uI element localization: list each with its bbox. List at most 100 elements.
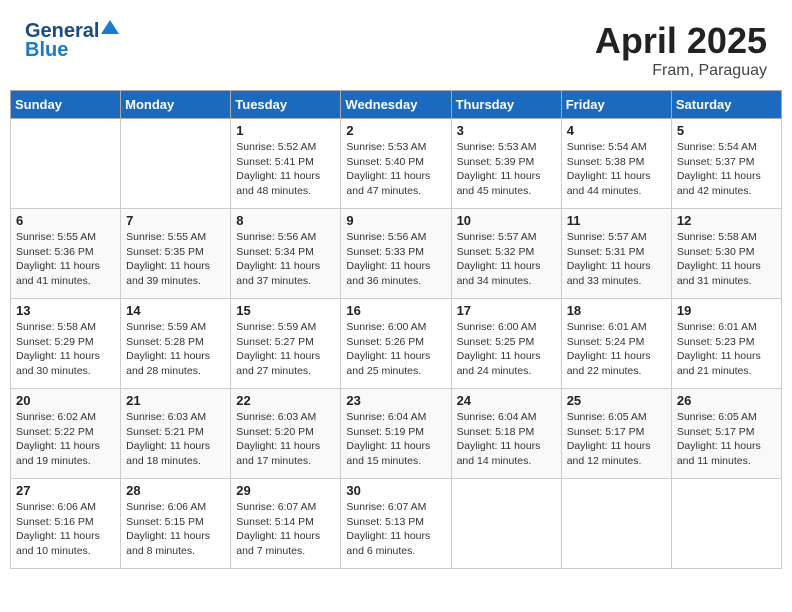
day-info: Sunrise: 5:57 AMSunset: 5:31 PMDaylight:…	[567, 230, 666, 289]
calendar-day-cell: 17 Sunrise: 6:00 AMSunset: 5:25 PMDayligh…	[451, 299, 561, 389]
calendar-day-cell: 25Sunrise: 6:05 AMSunset: 5:17 PMDayligh…	[561, 389, 671, 479]
day-info: Sunrise: 6:01 AMSunset: 5:23 PMDaylight:…	[677, 320, 776, 379]
calendar-day-cell: 26 Sunrise: 6:05 AMSunset: 5:17 PMDayligh…	[671, 389, 781, 479]
calendar-day-cell	[451, 479, 561, 569]
calendar-day-cell: 12 Sunrise: 5:58 AMSunset: 5:30 PMDayligh…	[671, 209, 781, 299]
calendar-table: SundayMondayTuesdayWednesdayThursdayFrid…	[10, 90, 782, 569]
day-info: Sunrise: 6:05 AMSunset: 5:17 PMDaylight:…	[567, 410, 666, 469]
day-info: Sunrise: 6:06 AMSunset: 5:15 PMDaylight:…	[126, 500, 225, 559]
day-info: Sunrise: 5:57 AMSunset: 5:32 PMDaylight:…	[457, 230, 556, 289]
calendar-day-header: Friday	[561, 91, 671, 119]
calendar-day-cell: 9 Sunrise: 5:56 AMSunset: 5:33 PMDaylight…	[341, 209, 451, 299]
day-info: Sunrise: 5:54 AMSunset: 5:38 PMDaylight:…	[567, 140, 666, 199]
day-number: 21	[126, 393, 225, 408]
calendar-day-cell: 30 Sunrise: 6:07 AMSunset: 5:13 PMDayligh…	[341, 479, 451, 569]
logo: General Blue	[25, 20, 119, 62]
calendar-day-cell: 2 Sunrise: 5:53 AMSunset: 5:40 PMDaylight…	[341, 119, 451, 209]
day-info: Sunrise: 5:59 AMSunset: 5:27 PMDaylight:…	[236, 320, 335, 379]
calendar-day-header: Monday	[121, 91, 231, 119]
page-header: General Blue April 2025 Fram, Paraguay	[10, 10, 782, 85]
calendar-day-cell: 3 Sunrise: 5:53 AMSunset: 5:39 PMDaylight…	[451, 119, 561, 209]
day-info: Sunrise: 5:58 AMSunset: 5:29 PMDaylight:…	[16, 320, 115, 379]
location: Fram, Paraguay	[595, 62, 767, 80]
calendar-day-cell: 4 Sunrise: 5:54 AMSunset: 5:38 PMDaylight…	[561, 119, 671, 209]
calendar-day-cell: 7 Sunrise: 5:55 AMSunset: 5:35 PMDaylight…	[121, 209, 231, 299]
day-number: 20	[16, 393, 115, 408]
calendar-week-row: 1 Sunrise: 5:52 AMSunset: 5:41 PMDaylight…	[11, 119, 782, 209]
calendar-day-cell: 10 Sunrise: 5:57 AMSunset: 5:32 PMDayligh…	[451, 209, 561, 299]
day-number: 12	[677, 213, 776, 228]
day-number: 19	[677, 303, 776, 318]
calendar-week-row: 6 Sunrise: 5:55 AMSunset: 5:36 PMDaylight…	[11, 209, 782, 299]
day-info: Sunrise: 6:04 AMSunset: 5:19 PMDaylight:…	[346, 410, 445, 469]
day-info: Sunrise: 6:00 AMSunset: 5:25 PMDaylight:…	[457, 320, 556, 379]
day-info: Sunrise: 5:55 AMSunset: 5:35 PMDaylight:…	[126, 230, 225, 289]
day-number: 11	[567, 213, 666, 228]
day-info: Sunrise: 5:56 AMSunset: 5:33 PMDaylight:…	[346, 230, 445, 289]
day-number: 14	[126, 303, 225, 318]
title-area: April 2025 Fram, Paraguay	[595, 20, 767, 80]
calendar-day-cell: 14 Sunrise: 5:59 AMSunset: 5:28 PMDayligh…	[121, 299, 231, 389]
day-info: Sunrise: 5:52 AMSunset: 5:41 PMDaylight:…	[236, 140, 335, 199]
calendar-day-cell	[561, 479, 671, 569]
day-number: 7	[126, 213, 225, 228]
calendar-day-cell: 22Sunrise: 6:03 AMSunset: 5:20 PMDayligh…	[231, 389, 341, 479]
day-number: 10	[457, 213, 556, 228]
calendar-day-cell: 18Sunrise: 6:01 AMSunset: 5:24 PMDayligh…	[561, 299, 671, 389]
logo-icon	[101, 20, 119, 38]
day-number: 2	[346, 123, 445, 138]
calendar-week-row: 20Sunrise: 6:02 AMSunset: 5:22 PMDayligh…	[11, 389, 782, 479]
calendar-day-header: Tuesday	[231, 91, 341, 119]
calendar-day-cell: 27Sunrise: 6:06 AMSunset: 5:16 PMDayligh…	[11, 479, 121, 569]
day-number: 28	[126, 483, 225, 498]
day-info: Sunrise: 5:53 AMSunset: 5:39 PMDaylight:…	[457, 140, 556, 199]
calendar-day-cell: 20Sunrise: 6:02 AMSunset: 5:22 PMDayligh…	[11, 389, 121, 479]
calendar-day-cell: 19 Sunrise: 6:01 AMSunset: 5:23 PMDayligh…	[671, 299, 781, 389]
calendar-day-cell: 11 Sunrise: 5:57 AMSunset: 5:31 PMDayligh…	[561, 209, 671, 299]
calendar-day-header: Sunday	[11, 91, 121, 119]
day-number: 17	[457, 303, 556, 318]
calendar-header-row: SundayMondayTuesdayWednesdayThursdayFrid…	[11, 91, 782, 119]
day-number: 1	[236, 123, 335, 138]
calendar-week-row: 13 Sunrise: 5:58 AMSunset: 5:29 PMDayligh…	[11, 299, 782, 389]
day-info: Sunrise: 6:07 AMSunset: 5:14 PMDaylight:…	[236, 500, 335, 559]
day-number: 5	[677, 123, 776, 138]
day-number: 13	[16, 303, 115, 318]
day-number: 30	[346, 483, 445, 498]
day-info: Sunrise: 6:03 AMSunset: 5:20 PMDaylight:…	[236, 410, 335, 469]
day-info: Sunrise: 5:59 AMSunset: 5:28 PMDaylight:…	[126, 320, 225, 379]
calendar-day-cell: 29 Sunrise: 6:07 AMSunset: 5:14 PMDayligh…	[231, 479, 341, 569]
calendar-day-header: Saturday	[671, 91, 781, 119]
day-number: 27	[16, 483, 115, 498]
calendar-day-cell: 13 Sunrise: 5:58 AMSunset: 5:29 PMDayligh…	[11, 299, 121, 389]
day-info: Sunrise: 6:05 AMSunset: 5:17 PMDaylight:…	[677, 410, 776, 469]
day-info: Sunrise: 5:55 AMSunset: 5:36 PMDaylight:…	[16, 230, 115, 289]
day-info: Sunrise: 5:58 AMSunset: 5:30 PMDaylight:…	[677, 230, 776, 289]
calendar-day-cell: 15 Sunrise: 5:59 AMSunset: 5:27 PMDayligh…	[231, 299, 341, 389]
calendar-week-row: 27Sunrise: 6:06 AMSunset: 5:16 PMDayligh…	[11, 479, 782, 569]
day-number: 9	[346, 213, 445, 228]
day-number: 29	[236, 483, 335, 498]
day-info: Sunrise: 6:04 AMSunset: 5:18 PMDaylight:…	[457, 410, 556, 469]
calendar-day-cell	[121, 119, 231, 209]
day-number: 16	[346, 303, 445, 318]
day-number: 4	[567, 123, 666, 138]
day-info: Sunrise: 6:00 AMSunset: 5:26 PMDaylight:…	[346, 320, 445, 379]
calendar-day-cell: 21 Sunrise: 6:03 AMSunset: 5:21 PMDayligh…	[121, 389, 231, 479]
day-info: Sunrise: 5:53 AMSunset: 5:40 PMDaylight:…	[346, 140, 445, 199]
calendar-day-cell: 23Sunrise: 6:04 AMSunset: 5:19 PMDayligh…	[341, 389, 451, 479]
calendar-day-cell: 1 Sunrise: 5:52 AMSunset: 5:41 PMDaylight…	[231, 119, 341, 209]
day-number: 15	[236, 303, 335, 318]
day-number: 6	[16, 213, 115, 228]
day-number: 8	[236, 213, 335, 228]
day-number: 26	[677, 393, 776, 408]
day-info: Sunrise: 6:07 AMSunset: 5:13 PMDaylight:…	[346, 500, 445, 559]
day-number: 3	[457, 123, 556, 138]
day-info: Sunrise: 6:03 AMSunset: 5:21 PMDaylight:…	[126, 410, 225, 469]
calendar-day-cell: 16 Sunrise: 6:00 AMSunset: 5:26 PMDayligh…	[341, 299, 451, 389]
calendar-day-cell: 28 Sunrise: 6:06 AMSunset: 5:15 PMDayligh…	[121, 479, 231, 569]
month-title: April 2025	[595, 20, 767, 62]
calendar-day-cell	[671, 479, 781, 569]
calendar-day-cell: 5Sunrise: 5:54 AMSunset: 5:37 PMDaylight…	[671, 119, 781, 209]
calendar-day-cell: 24Sunrise: 6:04 AMSunset: 5:18 PMDayligh…	[451, 389, 561, 479]
